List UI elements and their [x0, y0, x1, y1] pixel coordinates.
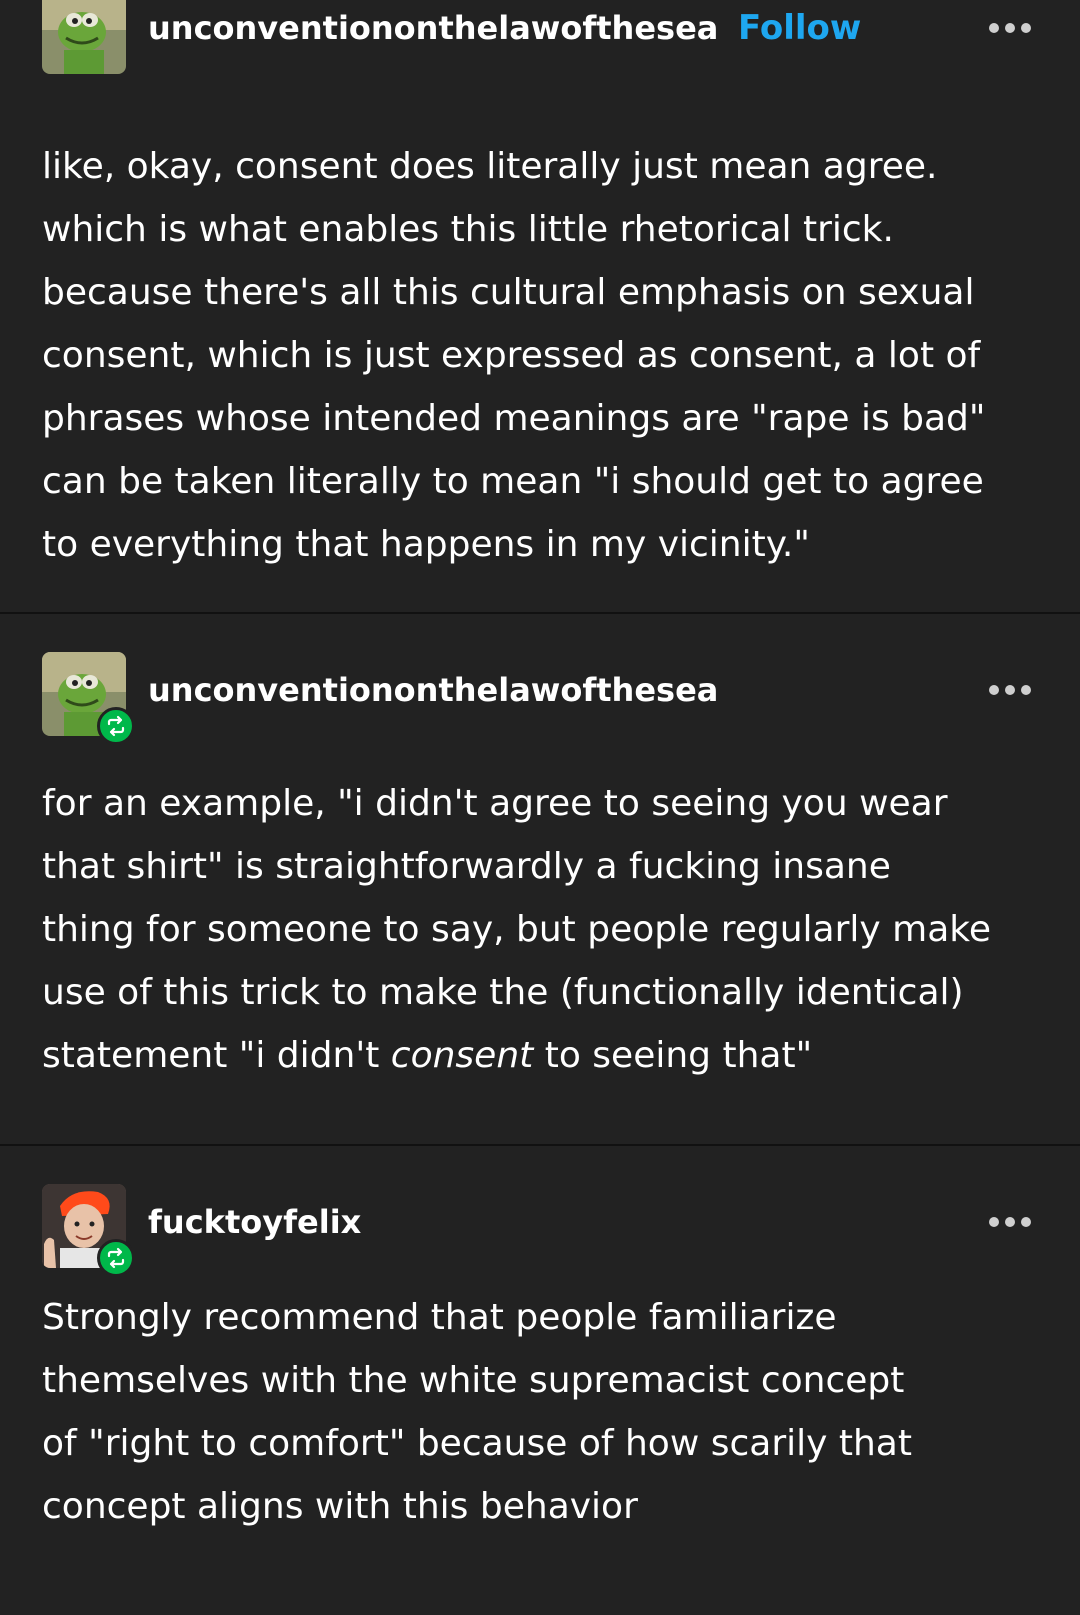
follow-button[interactable]: Follow [738, 8, 861, 48]
username[interactable]: fucktoyfelix [148, 1202, 361, 1242]
text-segment: statement "i didn't [42, 1035, 391, 1076]
more-options-icon [989, 1217, 1031, 1227]
text-line: statement "i didn't consent to seeing th… [42, 1024, 1052, 1087]
text-line: use of this trick to make the (functiona… [42, 972, 964, 1013]
emphasized-text: consent [390, 1035, 534, 1076]
post-header: fucktoyfelix [42, 1184, 1042, 1277]
text-line: to everything that happens in my vicinit… [42, 524, 810, 565]
more-options-icon [989, 23, 1031, 33]
username[interactable]: unconventiononthelawofthesea [148, 670, 718, 710]
reblog-badge [97, 1239, 135, 1277]
post-body: Strongly recommend that people familiari… [42, 1286, 1052, 1538]
reblog-badge [97, 707, 135, 745]
text-line: of "right to comfort" because of how sca… [42, 1423, 912, 1464]
more-options-icon [989, 685, 1031, 695]
text-line: thing for someone to say, but people reg… [42, 909, 991, 950]
text-line: themselves with the white supremacist co… [42, 1360, 905, 1401]
post-3: fucktoyfelix Strongly recommend that peo… [0, 1146, 1080, 1615]
text-line: Strongly recommend that people familiari… [42, 1297, 837, 1338]
post-header: unconventiononthelawofthesea Follow [42, 0, 1042, 74]
text-line: concept aligns with this behavior [42, 1486, 638, 1527]
avatar[interactable] [42, 0, 126, 74]
post-body: for an example, "i didn't agree to seein… [42, 772, 1052, 1087]
post-body: like, okay, consent does literally just … [42, 135, 1052, 576]
text-line: phrases whose intended meanings are "rap… [42, 398, 986, 439]
more-options-button[interactable] [986, 1202, 1034, 1242]
post-header: unconventiononthelawofthesea [42, 652, 1042, 745]
text-line: because there's all this cultural emphas… [42, 272, 975, 313]
more-options-button[interactable] [986, 670, 1034, 710]
text-line: that shirt" is straightforwardly a fucki… [42, 846, 891, 887]
post-1: unconventiononthelawofthesea Follow like… [0, 0, 1080, 612]
reblog-icon [107, 715, 125, 737]
text-line: can be taken literally to mean "i should… [42, 461, 984, 502]
text-line: which is what enables this little rhetor… [42, 209, 894, 250]
text-line: like, okay, consent does literally just … [42, 146, 938, 187]
text-line: for an example, "i didn't agree to seein… [42, 783, 948, 824]
username[interactable]: unconventiononthelawofthesea [148, 8, 718, 48]
more-options-button[interactable] [986, 8, 1034, 48]
text-line: consent, which is just expressed as cons… [42, 335, 981, 376]
post-2: unconventiononthelawofthesea for an exam… [0, 614, 1080, 1144]
kermit-avatar-icon [42, 0, 126, 74]
text-segment: to seeing that" [533, 1035, 813, 1076]
reblog-icon [107, 1247, 125, 1269]
